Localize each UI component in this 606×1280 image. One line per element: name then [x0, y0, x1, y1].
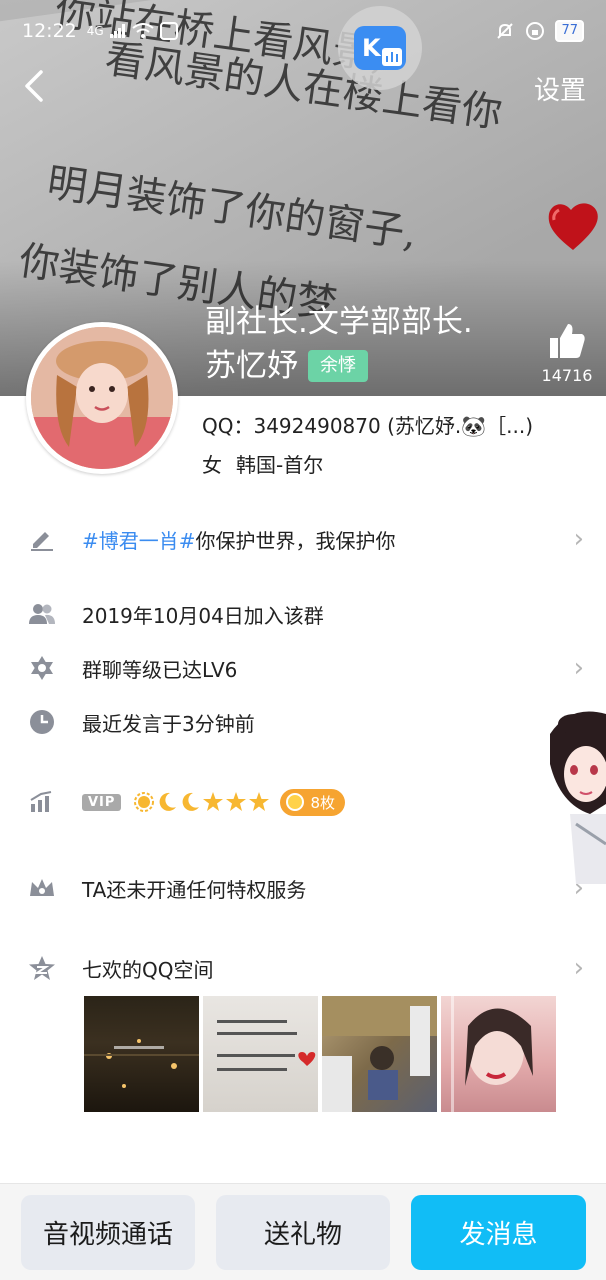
qzone-photo[interactable] — [84, 996, 199, 1112]
star-icon — [226, 792, 247, 811]
network-label: 4G — [86, 24, 104, 38]
sun-icon — [134, 792, 155, 812]
star-icon — [249, 792, 270, 811]
location: 韩国-首尔 — [236, 453, 324, 477]
status-network: 4G — [87, 22, 178, 40]
floating-pet-character[interactable] — [530, 704, 606, 884]
qzone-photo[interactable] — [441, 996, 556, 1112]
k-app-icon: K — [354, 26, 406, 70]
status-right: 77 — [495, 20, 584, 42]
mute-bell-icon — [497, 23, 514, 39]
star-icon — [203, 792, 224, 811]
gender: 女 — [202, 453, 222, 477]
video-call-button[interactable]: 音视频通话 — [21, 1195, 195, 1270]
profile-name: 副社长.文学部部长. 苏忆妤 余悸 — [205, 300, 473, 388]
group-tag[interactable]: 余悸 — [308, 350, 368, 382]
like-button[interactable]: 14716 — [540, 322, 594, 385]
qzone-icon — [28, 954, 56, 982]
signature-row[interactable]: #博君一肖#你保护世界，我保护你 › — [0, 513, 606, 565]
chevron-right-icon: › — [573, 524, 584, 554]
badge-count: 8枚 — [310, 793, 335, 812]
signature-hashtag[interactable]: #博君一肖# — [82, 529, 196, 553]
thumbs-up-icon — [550, 324, 585, 358]
floating-app-badge[interactable]: K — [338, 6, 422, 90]
settings-button[interactable]: 设置 — [534, 70, 586, 107]
wifi-icon — [132, 23, 154, 38]
avatar-image — [31, 327, 173, 469]
vip-row[interactable]: VIP 8枚 — [0, 776, 606, 828]
qzone-photo[interactable] — [322, 996, 437, 1112]
signature-text: #博君一肖#你保护世界，我保护你 — [82, 525, 396, 554]
hd-call-icon — [159, 22, 178, 40]
lock-rotation-icon — [526, 22, 545, 40]
status-bar: 12:22 4G 77 — [0, 0, 606, 62]
star-of-david-icon — [28, 654, 56, 682]
coin-icon — [286, 793, 305, 811]
gender-location: 女韩国-首尔 — [202, 449, 323, 478]
last-speak: 最近发言于3分钟前 — [82, 711, 255, 736]
signature-content: 你保护世界，我保护你 — [195, 528, 396, 553]
people-icon — [28, 600, 56, 628]
chevron-left-icon — [25, 70, 43, 102]
name-line-1: 副社长.文学部部长. — [205, 304, 473, 340]
vip-tag: VIP — [82, 793, 122, 811]
qzone-title: 七欢的QQ空间 — [82, 957, 214, 982]
name-text: 苏忆妤 — [205, 348, 298, 384]
privilege-text: TA还未开通任何特权服务 — [82, 877, 307, 902]
signal-icon — [109, 24, 125, 38]
join-date: 2019年10月04日加入该群 — [82, 603, 324, 628]
name-line-2: 苏忆妤 余悸 — [205, 344, 473, 388]
group-level-row[interactable]: 群聊等级已达LV6 › — [0, 642, 606, 694]
pencil-icon — [28, 525, 56, 553]
k-app-letter: K — [362, 34, 381, 62]
moon-icon — [160, 792, 177, 811]
qzone-photos — [84, 996, 556, 1112]
bottom-action-bar: 音视频通话 送礼物 发消息 — [0, 1183, 606, 1280]
heart-icon — [548, 203, 598, 250]
bar-chart-icon — [28, 788, 56, 816]
badge-count-pill[interactable]: 8枚 — [280, 788, 345, 816]
group-level: 群聊等级已达LV6 — [82, 657, 238, 682]
status-time: 12:22 — [22, 20, 77, 42]
privilege-row[interactable]: TA还未开通任何特权服务 › — [0, 862, 606, 914]
moon-icon — [183, 792, 200, 811]
qq-number[interactable]: QQ：3492490870 (苏忆妤.🐼［...) — [202, 410, 533, 439]
clock-icon — [28, 708, 56, 736]
chevron-right-icon: › — [573, 953, 584, 983]
qzone-row[interactable]: 七欢的QQ空间 › — [0, 942, 606, 994]
battery-level: 77 — [555, 20, 584, 42]
join-date-row: 2019年10月04日加入该群 — [0, 588, 606, 640]
send-message-button[interactable]: 发消息 — [411, 1195, 586, 1270]
qzone-photo[interactable] — [203, 996, 318, 1112]
qq-level-icons — [133, 791, 270, 813]
avatar[interactable] — [26, 322, 178, 474]
chevron-right-icon: › — [573, 653, 584, 683]
send-gift-button[interactable]: 送礼物 — [216, 1195, 390, 1270]
crown-icon — [28, 874, 56, 902]
like-count: 14716 — [541, 366, 593, 385]
back-button[interactable] — [14, 66, 54, 106]
last-speak-row: 最近发言于3分钟前 — [0, 696, 606, 748]
audio-bars-icon — [382, 48, 402, 66]
